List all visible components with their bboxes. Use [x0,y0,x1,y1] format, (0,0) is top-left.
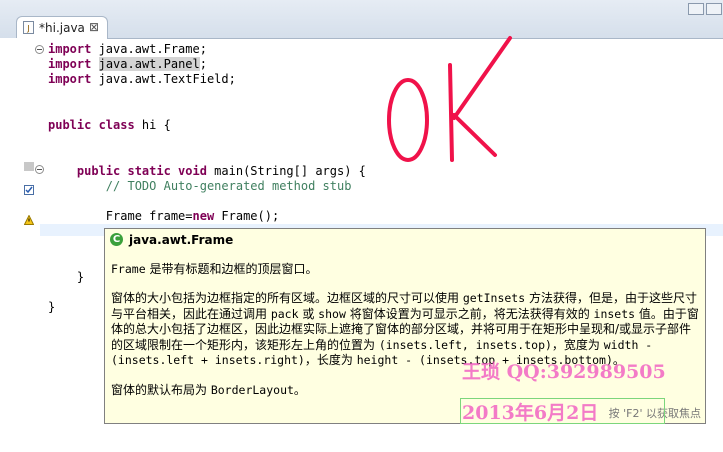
task-icon[interactable] [24,180,34,195]
code-line: Frame frame=new Frame(); [105,209,280,224]
class-icon: C [110,233,123,246]
warning-icon[interactable] [23,210,35,225]
code-line: // TODO Auto-generated method stub [105,178,352,193]
fold-toggle-icon[interactable] [35,165,44,174]
editor-tab-bar: J *hi.java ⊠ [0,0,723,39]
java-file-icon: J [23,21,34,34]
maximize-icon[interactable] [706,3,722,15]
close-icon[interactable]: ⊠ [89,20,99,34]
editor-ruler [0,38,24,452]
javadoc-paragraph-1: Frame 是带有标题和边框的顶层窗口。 [111,262,318,276]
code-line: import java.awt.Panel; [48,57,207,72]
code-line: import java.awt.Frame; [48,42,207,56]
code-line: import java.awt.TextField; [48,72,236,87]
fold-toggle-icon[interactable] [35,45,44,54]
tab-hi-java[interactable]: J *hi.java ⊠ [16,16,108,39]
tab-label: *hi.java [39,21,85,35]
code-line: public static void main(String[] args) { [76,163,366,178]
javadoc-title: java.awt.Frame [129,233,234,247]
minimize-icon[interactable] [688,3,704,15]
handwriting-text: OK [380,30,382,31]
overview-marker [24,162,34,171]
code-line: public class hi { [48,117,171,132]
handwritten-ok-annotation: OK [380,30,512,162]
watermark-author: 王琐 QQ:392989505 [462,361,666,383]
javadoc-hover-popup[interactable]: C java.awt.Frame Frame 是带有标题和边框的顶层窗口。 窗体… [104,228,706,424]
watermark-date: 2013年6月2日 [462,402,599,424]
